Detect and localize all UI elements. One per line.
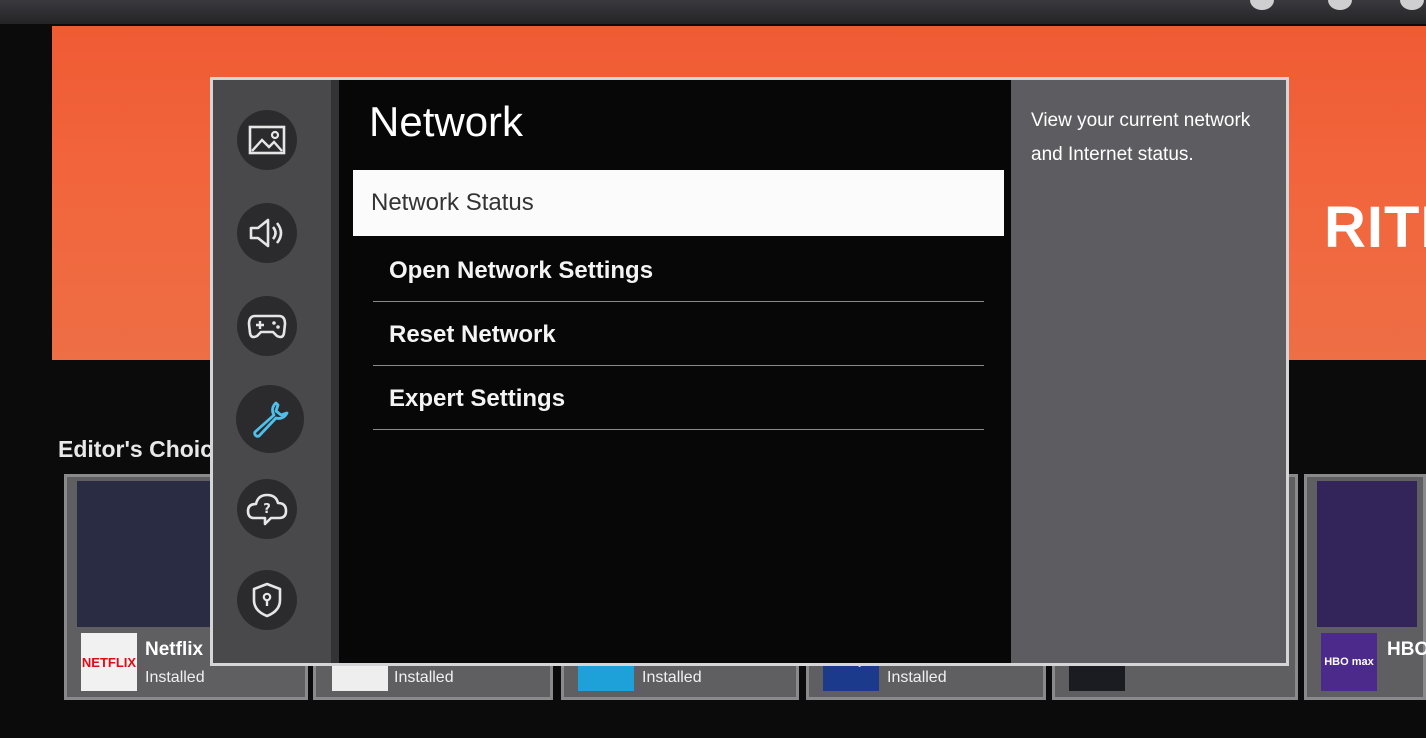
app-status: Installed xyxy=(145,669,205,686)
network-menu-panel: Network Network Status Open Network Sett… xyxy=(339,80,1011,663)
netflix-logo: NETFLIX xyxy=(81,633,137,691)
picture-settings-button[interactable] xyxy=(237,110,297,170)
menu-item-expert-settings[interactable]: Expert Settings xyxy=(373,368,984,430)
game-settings-button[interactable] xyxy=(237,296,297,356)
cloud-help-icon: ? xyxy=(246,492,288,526)
app-name: HBO xyxy=(1387,639,1426,660)
item-description: View your current network and Internet s… xyxy=(1031,110,1251,165)
shield-lock-icon xyxy=(251,582,283,618)
app-tile-hbo[interactable]: HBO max HBO xyxy=(1304,474,1426,700)
game-controller-icon xyxy=(247,311,287,341)
hbo-max-logo: HBO max xyxy=(1321,633,1377,691)
section-title: Editor's Choice xyxy=(58,436,226,462)
sound-icon xyxy=(248,217,286,249)
wrench-icon xyxy=(250,399,290,439)
app-thumbnail xyxy=(1317,481,1417,627)
privacy-button[interactable] xyxy=(237,570,297,630)
picture-icon xyxy=(248,125,286,155)
menu-item-reset-network[interactable]: Reset Network xyxy=(373,304,984,366)
app-status: Installed xyxy=(394,669,454,686)
menu-item-network-status[interactable]: Network Status xyxy=(353,170,1004,236)
settings-category-rail: ? xyxy=(213,80,331,663)
app-status: Installed xyxy=(642,669,702,686)
description-panel: View your current network and Internet s… xyxy=(1011,80,1286,663)
sound-settings-button[interactable] xyxy=(237,203,297,263)
svg-text:?: ? xyxy=(263,502,271,517)
rail-divider xyxy=(331,80,339,663)
menu-item-open-network-settings[interactable]: Open Network Settings xyxy=(373,240,984,302)
app-name: Netflix xyxy=(145,639,204,660)
status-dot-icon xyxy=(1328,0,1352,10)
status-dot-icon xyxy=(1400,0,1424,10)
app-status: Installed xyxy=(887,669,947,686)
support-button[interactable]: ? xyxy=(237,479,297,539)
settings-dialog: ? Network Network Status Open Network Se… xyxy=(210,77,1289,666)
status-dot-icon xyxy=(1250,0,1274,10)
banner-text: RITE xyxy=(1324,195,1426,260)
page-title: Network xyxy=(369,98,524,145)
general-support-button[interactable] xyxy=(236,385,304,453)
top-bar xyxy=(0,0,1426,24)
